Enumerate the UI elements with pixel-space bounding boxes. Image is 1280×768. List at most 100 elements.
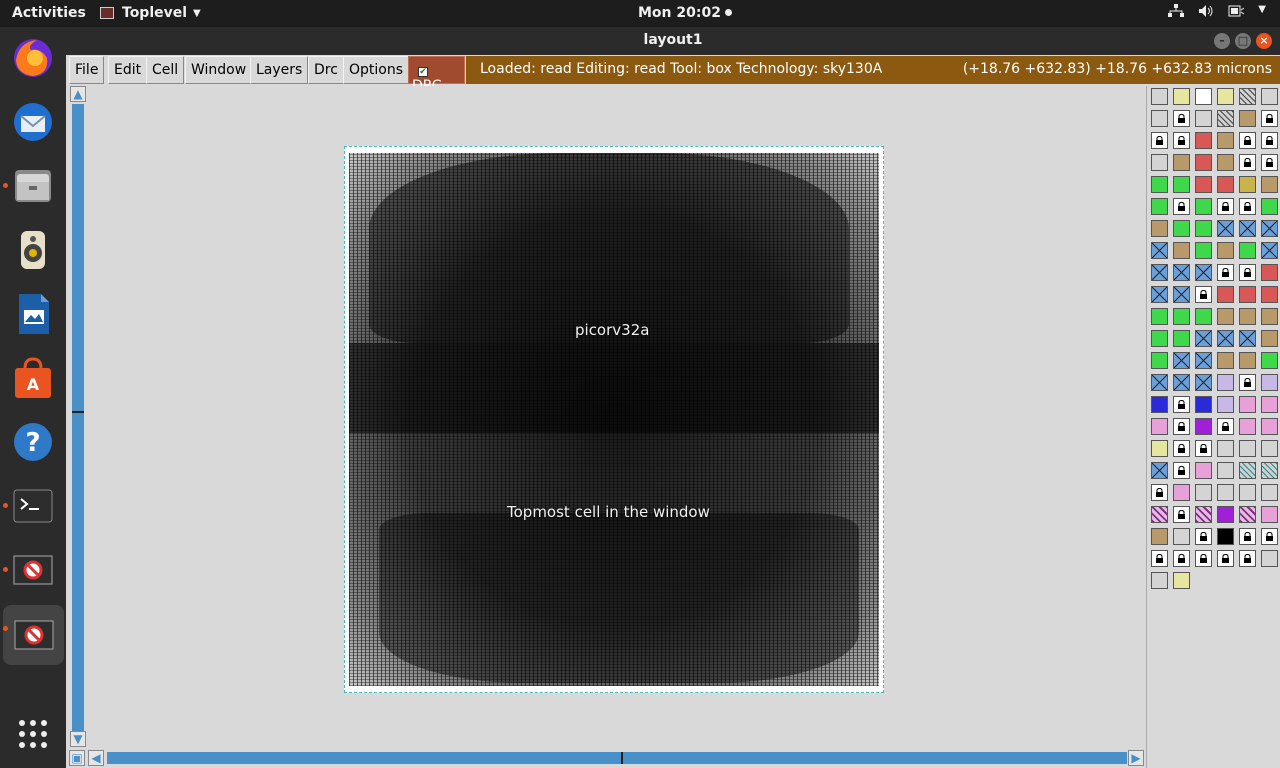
layer-swatch[interactable] xyxy=(1261,462,1278,479)
cell-bounding-box[interactable]: picorv32a Topmost cell in the window xyxy=(344,146,884,693)
layer-swatch[interactable] xyxy=(1261,374,1278,391)
layer-swatch[interactable] xyxy=(1239,286,1256,303)
layer-swatch[interactable] xyxy=(1151,198,1168,215)
layer-swatch[interactable] xyxy=(1261,330,1278,347)
layer-swatch[interactable] xyxy=(1151,110,1168,127)
layer-swatch[interactable] xyxy=(1217,484,1234,501)
menu-options[interactable]: Options xyxy=(343,56,410,84)
layer-swatch[interactable] xyxy=(1173,572,1190,589)
layer-swatch[interactable] xyxy=(1261,88,1278,105)
layer-locked-icon[interactable] xyxy=(1261,110,1278,127)
layer-swatch[interactable] xyxy=(1195,220,1212,237)
dock-thunderbird[interactable] xyxy=(9,98,57,146)
layer-locked-icon[interactable] xyxy=(1217,198,1234,215)
menu-file[interactable]: File xyxy=(69,56,105,84)
layer-swatch[interactable] xyxy=(1261,418,1278,435)
app-menu[interactable]: Toplevel ▼ xyxy=(100,5,201,21)
layer-swatch[interactable] xyxy=(1239,110,1256,127)
scroll-up-arrow-icon[interactable]: ▲ xyxy=(70,86,86,102)
drc-toggle[interactable]: ✔DRC xyxy=(408,56,465,94)
layer-swatch[interactable] xyxy=(1217,88,1234,105)
layer-swatch[interactable] xyxy=(1217,462,1234,479)
layer-swatch[interactable] xyxy=(1151,220,1168,237)
layer-locked-icon[interactable] xyxy=(1173,418,1190,435)
layer-swatch[interactable] xyxy=(1217,220,1234,237)
layer-swatch[interactable] xyxy=(1239,462,1256,479)
layer-locked-icon[interactable] xyxy=(1195,550,1212,567)
menu-window[interactable]: Window xyxy=(185,56,253,84)
layer-locked-icon[interactable] xyxy=(1195,440,1212,457)
layer-locked-icon[interactable] xyxy=(1239,198,1256,215)
layer-locked-icon[interactable] xyxy=(1217,418,1234,435)
layer-swatch[interactable] xyxy=(1261,550,1278,567)
layer-swatch[interactable] xyxy=(1239,330,1256,347)
layer-swatch[interactable] xyxy=(1261,264,1278,281)
system-tray[interactable]: ▼ xyxy=(1168,4,1266,22)
dock-writer[interactable] xyxy=(9,290,57,338)
layout-canvas[interactable]: picorv32a Topmost cell in the window xyxy=(87,86,1145,748)
layer-locked-icon[interactable] xyxy=(1261,132,1278,149)
layer-swatch[interactable] xyxy=(1261,484,1278,501)
layer-locked-icon[interactable] xyxy=(1173,462,1190,479)
layer-swatch[interactable] xyxy=(1239,176,1256,193)
layer-swatch[interactable] xyxy=(1195,396,1212,413)
layer-swatch[interactable] xyxy=(1173,330,1190,347)
menu-drc[interactable]: Drc xyxy=(308,56,344,84)
vertical-scroll-track[interactable] xyxy=(72,104,84,734)
layer-locked-icon[interactable] xyxy=(1239,374,1256,391)
close-button[interactable]: × xyxy=(1256,33,1272,49)
layer-swatch[interactable] xyxy=(1239,506,1256,523)
layer-swatch[interactable] xyxy=(1239,308,1256,325)
layer-swatch[interactable] xyxy=(1217,176,1234,193)
layer-swatch[interactable] xyxy=(1195,264,1212,281)
maximize-button[interactable]: □ xyxy=(1235,33,1251,49)
minimize-button[interactable]: – xyxy=(1214,33,1230,49)
layer-locked-icon[interactable] xyxy=(1173,132,1190,149)
layer-swatch[interactable] xyxy=(1239,242,1256,259)
layer-swatch[interactable] xyxy=(1173,528,1190,545)
layer-swatch[interactable] xyxy=(1173,484,1190,501)
layer-swatch[interactable] xyxy=(1261,242,1278,259)
layer-swatch[interactable] xyxy=(1173,264,1190,281)
layer-locked-icon[interactable] xyxy=(1261,154,1278,171)
layer-locked-icon[interactable] xyxy=(1173,440,1190,457)
layer-swatch[interactable] xyxy=(1151,330,1168,347)
layer-swatch[interactable] xyxy=(1261,440,1278,457)
layer-swatch[interactable] xyxy=(1151,352,1168,369)
layer-swatch[interactable] xyxy=(1151,176,1168,193)
layer-swatch[interactable] xyxy=(1239,220,1256,237)
layer-swatch[interactable] xyxy=(1151,154,1168,171)
vertical-scrollbar[interactable]: ▲ ▼ xyxy=(69,86,87,748)
zoom-box-icon[interactable]: ▣ xyxy=(69,750,85,766)
layer-swatch[interactable] xyxy=(1217,374,1234,391)
dock-software[interactable]: A xyxy=(9,354,57,402)
dock-rhythmbox[interactable] xyxy=(9,226,57,274)
layer-swatch[interactable] xyxy=(1195,110,1212,127)
layer-swatch[interactable] xyxy=(1151,396,1168,413)
layer-swatch[interactable] xyxy=(1217,352,1234,369)
layer-locked-icon[interactable] xyxy=(1151,550,1168,567)
layer-swatch[interactable] xyxy=(1261,506,1278,523)
layer-swatch[interactable] xyxy=(1195,132,1212,149)
dock-magic-2[interactable] xyxy=(3,605,64,665)
layer-locked-icon[interactable] xyxy=(1173,396,1190,413)
layer-swatch[interactable] xyxy=(1195,154,1212,171)
layer-swatch[interactable] xyxy=(1239,440,1256,457)
layer-swatch[interactable] xyxy=(1151,462,1168,479)
layer-swatch[interactable] xyxy=(1239,418,1256,435)
layer-locked-icon[interactable] xyxy=(1173,110,1190,127)
layer-swatch[interactable] xyxy=(1173,154,1190,171)
layer-locked-icon[interactable] xyxy=(1173,198,1190,215)
layer-swatch[interactable] xyxy=(1261,352,1278,369)
dock-files[interactable] xyxy=(3,162,57,210)
layer-swatch[interactable] xyxy=(1151,440,1168,457)
layer-swatch[interactable] xyxy=(1151,88,1168,105)
layer-swatch[interactable] xyxy=(1217,242,1234,259)
layer-swatch[interactable] xyxy=(1261,176,1278,193)
layer-swatch[interactable] xyxy=(1151,264,1168,281)
layer-palette[interactable] xyxy=(1146,86,1280,768)
horizontal-scrollbar[interactable]: ▣ ◀ ▶ xyxy=(69,749,1145,767)
scroll-right-arrow-icon[interactable]: ▶ xyxy=(1128,750,1144,766)
layer-swatch[interactable] xyxy=(1151,506,1168,523)
dock-help[interactable]: ? xyxy=(9,418,57,466)
